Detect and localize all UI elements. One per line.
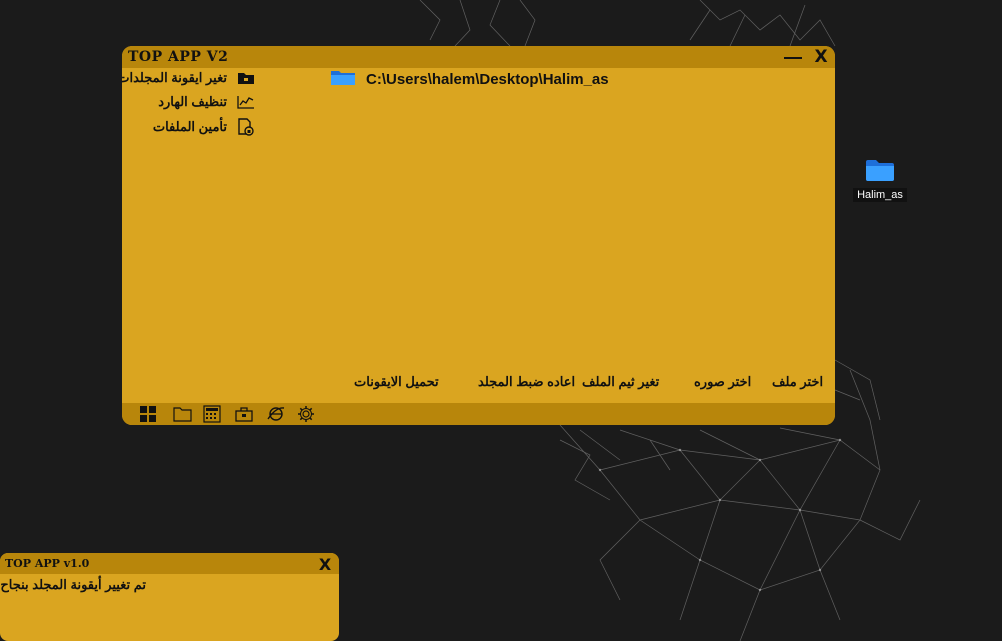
sidebar-item-label: تغير ايقونة المجلدات <box>122 70 227 85</box>
folder-icon <box>330 68 356 90</box>
close-button[interactable]: X <box>810 46 832 68</box>
folder-icon <box>865 158 895 182</box>
briefcase-icon[interactable] <box>234 405 254 423</box>
notification-window: TOP APP v1.0 X تم تغيير أيقونة المجلد بن… <box>0 553 339 641</box>
current-path-display: C:\Users\halem\Desktop\Halim_as <box>330 68 609 90</box>
folder-icon <box>237 69 255 87</box>
gear-icon[interactable] <box>296 405 316 423</box>
file-lock-icon <box>237 118 255 136</box>
path-text: C:\Users\halem\Desktop\Halim_as <box>366 70 609 88</box>
load-icons-button[interactable]: تحميل الايقونات <box>354 374 439 390</box>
windows-icon[interactable] <box>138 405 158 423</box>
minimize-button[interactable] <box>782 46 804 68</box>
title-bar[interactable]: TOP APP v1.0 X <box>0 553 339 574</box>
sidebar-item-disk-cleanup[interactable]: تنظيف الهارد <box>158 92 255 112</box>
calculator-icon[interactable] <box>202 405 222 423</box>
window-title: TOP APP V2 <box>128 49 229 65</box>
close-button[interactable]: X <box>314 553 336 575</box>
change-file-theme-button[interactable]: تغير ثيم الملف <box>582 374 659 390</box>
choose-image-button[interactable]: اختر صوره <box>694 374 751 390</box>
browser-icon[interactable] <box>266 405 286 423</box>
sidebar-item-label: تنظيف الهارد <box>158 94 227 109</box>
notification-message: تم تغيير أيقونة المجلد بنجاح <box>0 577 146 592</box>
desktop-folder-shortcut[interactable]: Halim_as <box>850 158 910 202</box>
desktop-icon-label: Halim_as <box>853 188 907 202</box>
folder-icon[interactable] <box>172 405 192 423</box>
chart-icon <box>237 93 255 111</box>
minimize-icon <box>784 57 802 59</box>
window-title: TOP APP v1.0 <box>5 557 90 570</box>
main-app-window: TOP APP V2 X تغير ايقونة المجلدات تنظيف … <box>122 46 835 425</box>
sidebar-item-change-folder-icon[interactable]: تغير ايقونة المجلدات <box>122 68 255 88</box>
title-bar[interactable]: TOP APP V2 X <box>122 46 835 68</box>
sidebar-item-secure-files[interactable]: تأمين الملفات <box>153 117 255 137</box>
sidebar-item-label: تأمين الملفات <box>152 119 227 134</box>
reset-folder-button[interactable]: اعاده ضبط المجلد <box>478 374 575 390</box>
choose-file-button[interactable]: اختر ملف <box>772 374 823 390</box>
bottom-toolbar <box>122 403 835 425</box>
